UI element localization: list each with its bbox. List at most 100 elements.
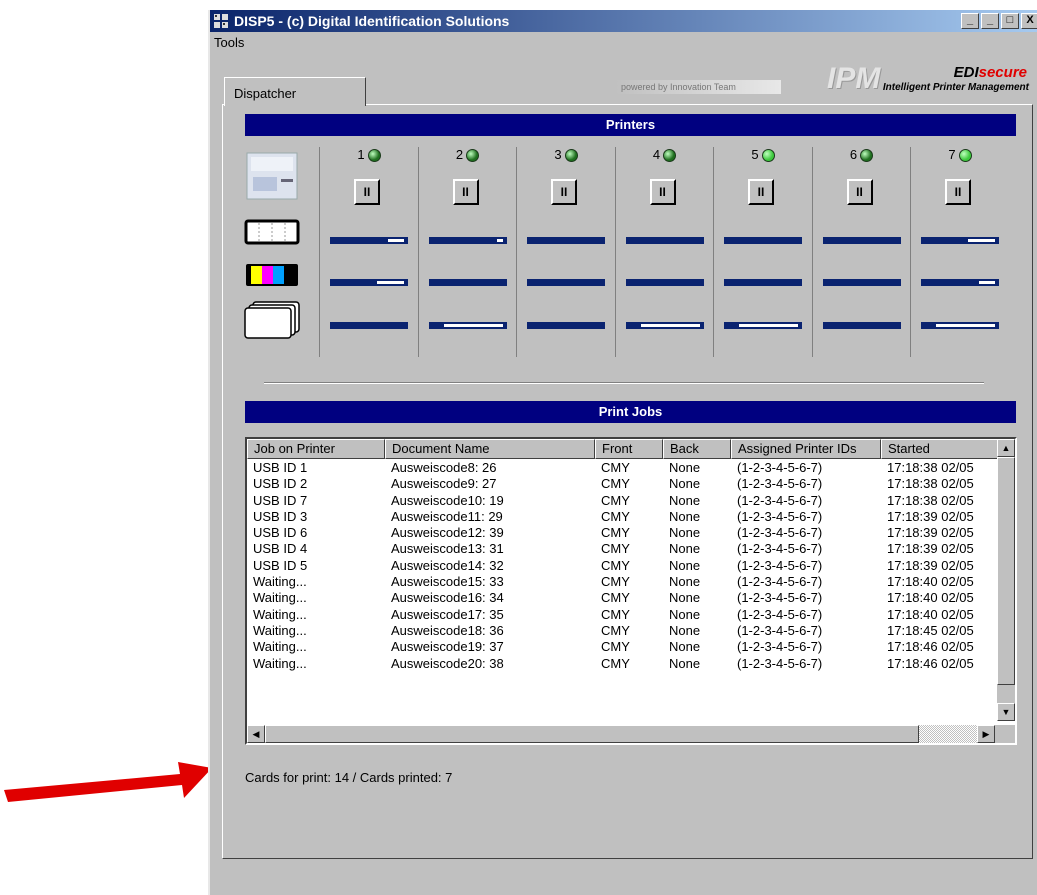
- scroll-down-arrow-icon[interactable]: ▼: [997, 703, 1015, 721]
- printer-icon: [246, 152, 298, 200]
- front-cell: CMY: [601, 574, 630, 590]
- color-ribbon-level-bar-fill: [377, 281, 404, 284]
- printer-number-label: 2: [455, 147, 464, 162]
- back-cell: None: [669, 525, 701, 541]
- scroll-up-arrow-icon[interactable]: ▲: [997, 439, 1015, 457]
- status-led-icon: [663, 149, 677, 163]
- pause-button-printer-5[interactable]: II: [748, 179, 774, 205]
- cards-level-bar: [625, 322, 704, 329]
- ribbon-level-bar: [724, 237, 802, 244]
- column-header-started[interactable]: Started: [881, 439, 1001, 459]
- menu-tools[interactable]: Tools: [214, 35, 244, 50]
- table-body: USB ID 1 Ausweiscode8: 26 CMY None (1-2-3-4-…: [247, 460, 991, 672]
- started-cell: 17:18:39 02/05: [887, 508, 974, 524]
- assigned-printer-ids-cell: (1-2-3-4-5-6-7): [737, 541, 823, 557]
- table-row[interactable]: USB ID 2 Ausweiscode9: 27 CMY None (1-2-3-4-…: [247, 476, 991, 492]
- front-cell: CMY: [601, 508, 630, 524]
- table-row[interactable]: Waiting... Ausweiscode15: 33 CMY None (1-2-3…: [247, 574, 991, 590]
- printer-column-7: 7 II: [910, 147, 1009, 357]
- minimize-alt-button[interactable]: _: [981, 13, 999, 29]
- horizontal-scroll-track[interactable]: [919, 725, 977, 743]
- printer-column-1: 1 II: [319, 147, 418, 357]
- job-on-printer-cell: USB ID 7: [253, 492, 308, 508]
- table-row[interactable]: USB ID 5 Ausweiscode14: 32 CMY None (1-2-3-4…: [247, 558, 991, 574]
- pause-button-printer-6[interactable]: II: [846, 179, 873, 205]
- cards-level-bar-fill: [739, 324, 798, 327]
- started-cell: 17:18:39 02/05: [887, 541, 974, 557]
- assigned-printer-ids-cell: (1-2-3-4-5-6-7): [737, 508, 823, 524]
- table-row[interactable]: USB ID 6 Ausweiscode12: 39 CMY None (1-2-3-4…: [247, 525, 991, 541]
- branding-banner: powered by Innovation Team IPM EDIsecure…: [615, 62, 1031, 96]
- front-cell: CMY: [601, 525, 630, 541]
- ribbon-level-bar: [428, 237, 507, 244]
- back-cell: None: [669, 639, 701, 655]
- column-header-back[interactable]: Back: [663, 439, 731, 459]
- scroll-left-arrow-icon[interactable]: ◀: [247, 725, 265, 743]
- pause-button-printer-1[interactable]: II: [354, 179, 380, 205]
- printers-header: Printers: [245, 114, 1016, 136]
- column-header-document-name[interactable]: Document Name: [385, 439, 595, 459]
- app-icon: [214, 14, 228, 28]
- status-led-icon: [466, 149, 480, 163]
- table-row[interactable]: USB ID 3 Ausweiscode11: 29 CMY None (1-2-3-4…: [247, 509, 991, 525]
- status-led-icon: [860, 149, 874, 163]
- pause-button-printer-7[interactable]: II: [945, 179, 971, 205]
- column-header-job-on-printer[interactable]: Job on Printer: [247, 439, 385, 459]
- front-cell: CMY: [601, 606, 630, 622]
- job-on-printer-cell: Waiting...: [253, 590, 307, 606]
- front-cell: CMY: [601, 590, 630, 606]
- color-ribbon-level-bar-fill: [979, 281, 995, 284]
- title-bar[interactable]: DISP5 - (c) Digital Identification Solut…: [210, 10, 1037, 32]
- printer-number-label: 7: [948, 147, 956, 162]
- pause-button-printer-3[interactable]: II: [551, 179, 577, 205]
- column-header-front[interactable]: Front: [595, 439, 663, 459]
- print-jobs-table[interactable]: Job on Printer Document Name Front Back …: [245, 437, 1017, 745]
- back-cell: None: [669, 460, 701, 475]
- horizontal-scrollbar[interactable]: ◀ ▶: [247, 725, 1015, 743]
- column-header-assigned-printer-ids[interactable]: Assigned Printer IDs: [731, 439, 881, 459]
- cards-level-bar-fill: [936, 324, 995, 327]
- document-name-cell: Ausweiscode14: 32: [391, 557, 504, 573]
- maximize-button[interactable]: □: [1001, 13, 1019, 29]
- job-on-printer-cell: Waiting...: [253, 655, 307, 671]
- printer-column-5: 5 II: [713, 147, 812, 357]
- pause-button-printer-4[interactable]: II: [649, 179, 676, 205]
- table-row[interactable]: Waiting... Ausweiscode17: 35 CMY None (1-2-3…: [247, 607, 991, 623]
- powered-by-text: powered by Innovation Team: [615, 80, 781, 94]
- app-window: DISP5 - (c) Digital Identification Solut…: [208, 10, 1037, 895]
- job-on-printer-cell: Waiting...: [253, 606, 307, 622]
- table-row[interactable]: Waiting... Ausweiscode18: 36 CMY None (1-2-3…: [247, 623, 991, 639]
- status-led-icon: [958, 149, 972, 163]
- assigned-printer-ids-cell: (1-2-3-4-5-6-7): [737, 460, 823, 475]
- vertical-scrollbar[interactable]: ▲ ▼: [997, 439, 1015, 721]
- table-row[interactable]: USB ID 4 Ausweiscode13: 31 CMY None (1-2-3-4…: [247, 541, 991, 557]
- tab-dispatcher[interactable]: Dispatcher: [224, 77, 366, 106]
- ribbon-level-bar-fill: [496, 239, 503, 242]
- assigned-printer-ids-cell: (1-2-3-4-5-6-7): [737, 492, 823, 508]
- front-cell: CMY: [601, 655, 630, 671]
- ipm-logo: IPM: [827, 62, 881, 95]
- started-cell: 17:18:40 02/05: [887, 590, 974, 606]
- row-icons: [243, 147, 303, 357]
- table-row[interactable]: USB ID 1 Ausweiscode8: 26 CMY None (1-2-3-4-…: [247, 460, 991, 476]
- table-row[interactable]: Waiting... Ausweiscode20: 38 CMY None (1-2-3…: [247, 656, 991, 672]
- back-cell: None: [669, 476, 701, 492]
- section-divider: [264, 382, 984, 384]
- front-cell: CMY: [601, 476, 630, 492]
- printer-number-label: 4: [652, 147, 661, 162]
- printer-column-3: 3 II: [516, 147, 615, 357]
- scroll-right-arrow-icon[interactable]: ▶: [977, 725, 995, 743]
- minimize-button[interactable]: _: [961, 13, 979, 29]
- table-row[interactable]: Waiting... Ausweiscode16: 34 CMY None (1-2-3…: [247, 590, 991, 606]
- horizontal-scroll-thumb[interactable]: [265, 725, 919, 743]
- table-row[interactable]: Waiting... Ausweiscode19: 37 CMY None (1-2-3…: [247, 639, 991, 655]
- document-name-cell: Ausweiscode15: 33: [391, 574, 504, 590]
- table-row[interactable]: USB ID 7 Ausweiscode10: 19 CMY None (1-2-3-4…: [247, 493, 991, 509]
- vertical-scroll-thumb[interactable]: [997, 457, 1015, 685]
- assigned-printer-ids-cell: (1-2-3-4-5-6-7): [737, 606, 823, 622]
- pause-button-printer-2[interactable]: II: [452, 179, 479, 205]
- color-ribbon-level-bar: [625, 279, 704, 286]
- printer-number-label: 6: [849, 147, 858, 162]
- back-cell: None: [669, 557, 701, 573]
- close-button[interactable]: X: [1021, 13, 1037, 29]
